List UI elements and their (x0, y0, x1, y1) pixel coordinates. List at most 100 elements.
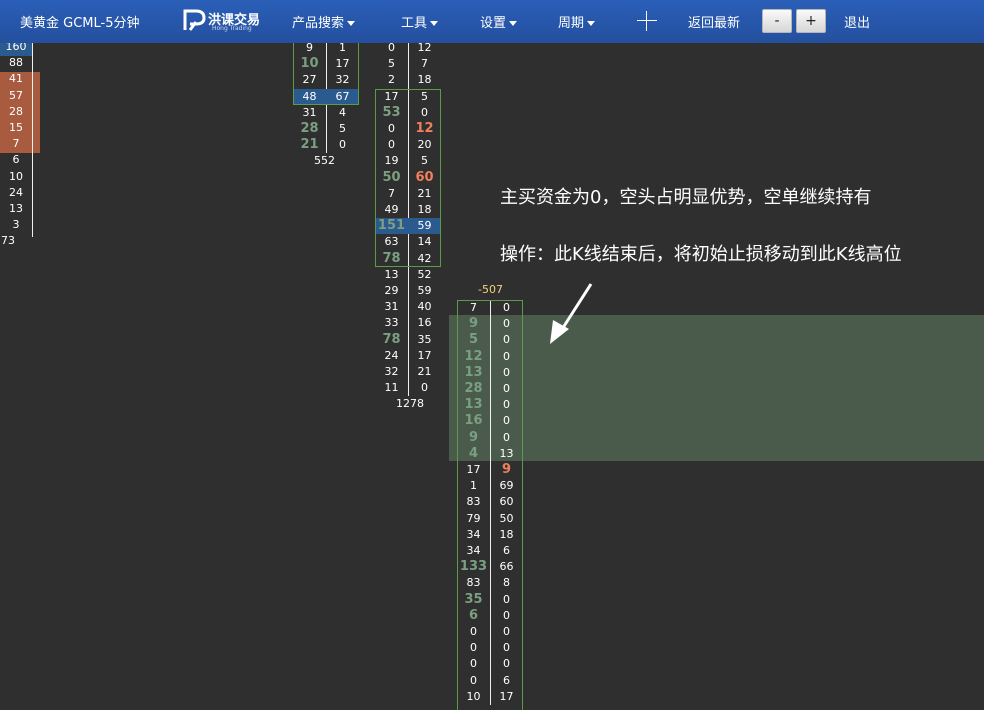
ask-value: 17 (335, 57, 350, 71)
ask-value: 59 (417, 219, 432, 233)
bid-value: 6 (12, 153, 20, 167)
ask-value: 35 (417, 332, 432, 346)
bid-value: 79 (466, 511, 481, 525)
ask-value: 5 (421, 89, 428, 103)
ask-value: 60 (499, 495, 514, 509)
bid-value: 0 (388, 43, 395, 54)
bid-value: 160 (5, 43, 27, 53)
ask-value: 0 (339, 138, 346, 152)
crosshair-icon[interactable] (637, 11, 657, 31)
ask-value: 50 (499, 511, 514, 525)
ask-value: 6 (503, 673, 510, 687)
bid-value: 3 (12, 218, 20, 232)
footprint-chart[interactable]: 160 88 41 57 28 15 7 6 10 24 13 3 73 9 1 10 17 27 32 48 67 31… (0, 43, 984, 710)
zoom-out-button[interactable]: - (762, 9, 792, 33)
ask-value: 0 (421, 105, 428, 119)
bid-value: 27 (302, 73, 317, 87)
ask-value: 7 (421, 57, 428, 71)
ask-value: 8 (503, 576, 510, 590)
bid-value: 0 (470, 641, 477, 655)
bid-value: 31 (302, 105, 317, 119)
bid-value: 10 (466, 689, 481, 703)
settings-menu[interactable]: 设置 (480, 12, 517, 31)
bid-value: 13 (464, 364, 483, 380)
bid-value: 151 (377, 218, 406, 234)
annotation-line-2: 操作：此K线结束后，将初始止损移动到此K线高位 (500, 244, 902, 265)
bid-value: 24 (9, 185, 23, 199)
logo: 洪课交易 Hong Trading (182, 8, 264, 34)
bid-value: 17 (466, 463, 481, 476)
product-search-menu[interactable]: 产品搜索 (292, 12, 355, 31)
bid-value: 5 (388, 57, 395, 71)
bid-value: 7 (388, 186, 395, 200)
bid-value: 31 (384, 300, 399, 314)
bid-value: 133 (459, 559, 488, 575)
bid-value: 28 (300, 121, 319, 136)
bid-value: 9 (306, 43, 313, 54)
bid-value: 10 (300, 56, 319, 72)
bid-value: 34 (466, 544, 481, 557)
back-latest-button[interactable]: 返回最新 (688, 12, 740, 31)
bid-value: 13 (384, 267, 399, 281)
bid-value: 0 (388, 138, 395, 152)
bid-value: 9 (468, 316, 479, 332)
bar-total: 552 (314, 154, 335, 168)
ask-value: 14 (417, 235, 432, 249)
bid-value: 0 (470, 625, 477, 638)
ask-value: 21 (417, 186, 432, 200)
ask-value: 1 (339, 43, 346, 54)
bar-divider (32, 43, 33, 238)
ask-value: 9 (501, 462, 512, 477)
bar-total: 1278 (396, 397, 424, 411)
ask-value: 0 (503, 349, 510, 363)
ask-value: 40 (417, 300, 432, 314)
logo-subtext: Hong Trading (212, 25, 252, 32)
ask-value: 42 (417, 251, 432, 265)
bid-value: 7 (12, 137, 20, 151)
bid-value: 78 (382, 250, 401, 266)
bar-delta: -507 (478, 283, 503, 296)
bid-value: 57 (9, 88, 23, 102)
symbol-title: 美黄金 GCML-5分钟 (20, 16, 140, 31)
ask-value: 0 (503, 301, 510, 314)
ask-value: 13 (499, 446, 514, 460)
arrow-icon (550, 283, 593, 344)
ask-value: 17 (417, 348, 432, 362)
bid-value: 50 (382, 169, 401, 185)
bid-value: 28 (464, 381, 483, 396)
ask-value: 18 (417, 203, 432, 216)
ask-value: 60 (415, 169, 434, 185)
ask-value: 32 (335, 73, 350, 87)
bid-value: 21 (300, 137, 319, 153)
bid-value: 9 (468, 429, 479, 445)
ask-value: 0 (503, 317, 510, 331)
bid-value: 5 (468, 332, 479, 348)
zoom-in-button[interactable]: + (796, 9, 826, 33)
bid-value: 88 (9, 56, 23, 70)
ask-value: 5 (421, 154, 428, 168)
bid-value: 0 (388, 122, 395, 135)
ask-value: 0 (503, 641, 510, 655)
bid-value: 48 (302, 89, 317, 103)
ask-value: 0 (503, 398, 510, 412)
bid-value: 17 (384, 89, 399, 103)
tools-menu[interactable]: 工具 (401, 12, 438, 31)
sell-zone-highlight (449, 315, 984, 461)
ask-value: 59 (417, 284, 432, 297)
bid-value: 1 (470, 479, 477, 493)
ask-value: 12 (417, 43, 432, 54)
bid-value: 4 (468, 445, 479, 461)
ask-value: 0 (503, 382, 510, 395)
bid-value: 10 (9, 169, 23, 183)
bid-value: 33 (384, 316, 399, 330)
ask-value: 0 (503, 414, 510, 428)
exit-button[interactable]: 退出 (844, 12, 870, 31)
bar-total: 73 (1, 234, 15, 248)
bid-value: 12 (464, 348, 483, 364)
bid-value: 11 (384, 381, 399, 395)
bid-value: 83 (466, 495, 481, 509)
period-menu[interactable]: 周期 (558, 12, 595, 31)
ask-value: 0 (503, 608, 510, 622)
bid-value: 63 (384, 235, 399, 249)
bid-value: 2 (388, 73, 395, 87)
